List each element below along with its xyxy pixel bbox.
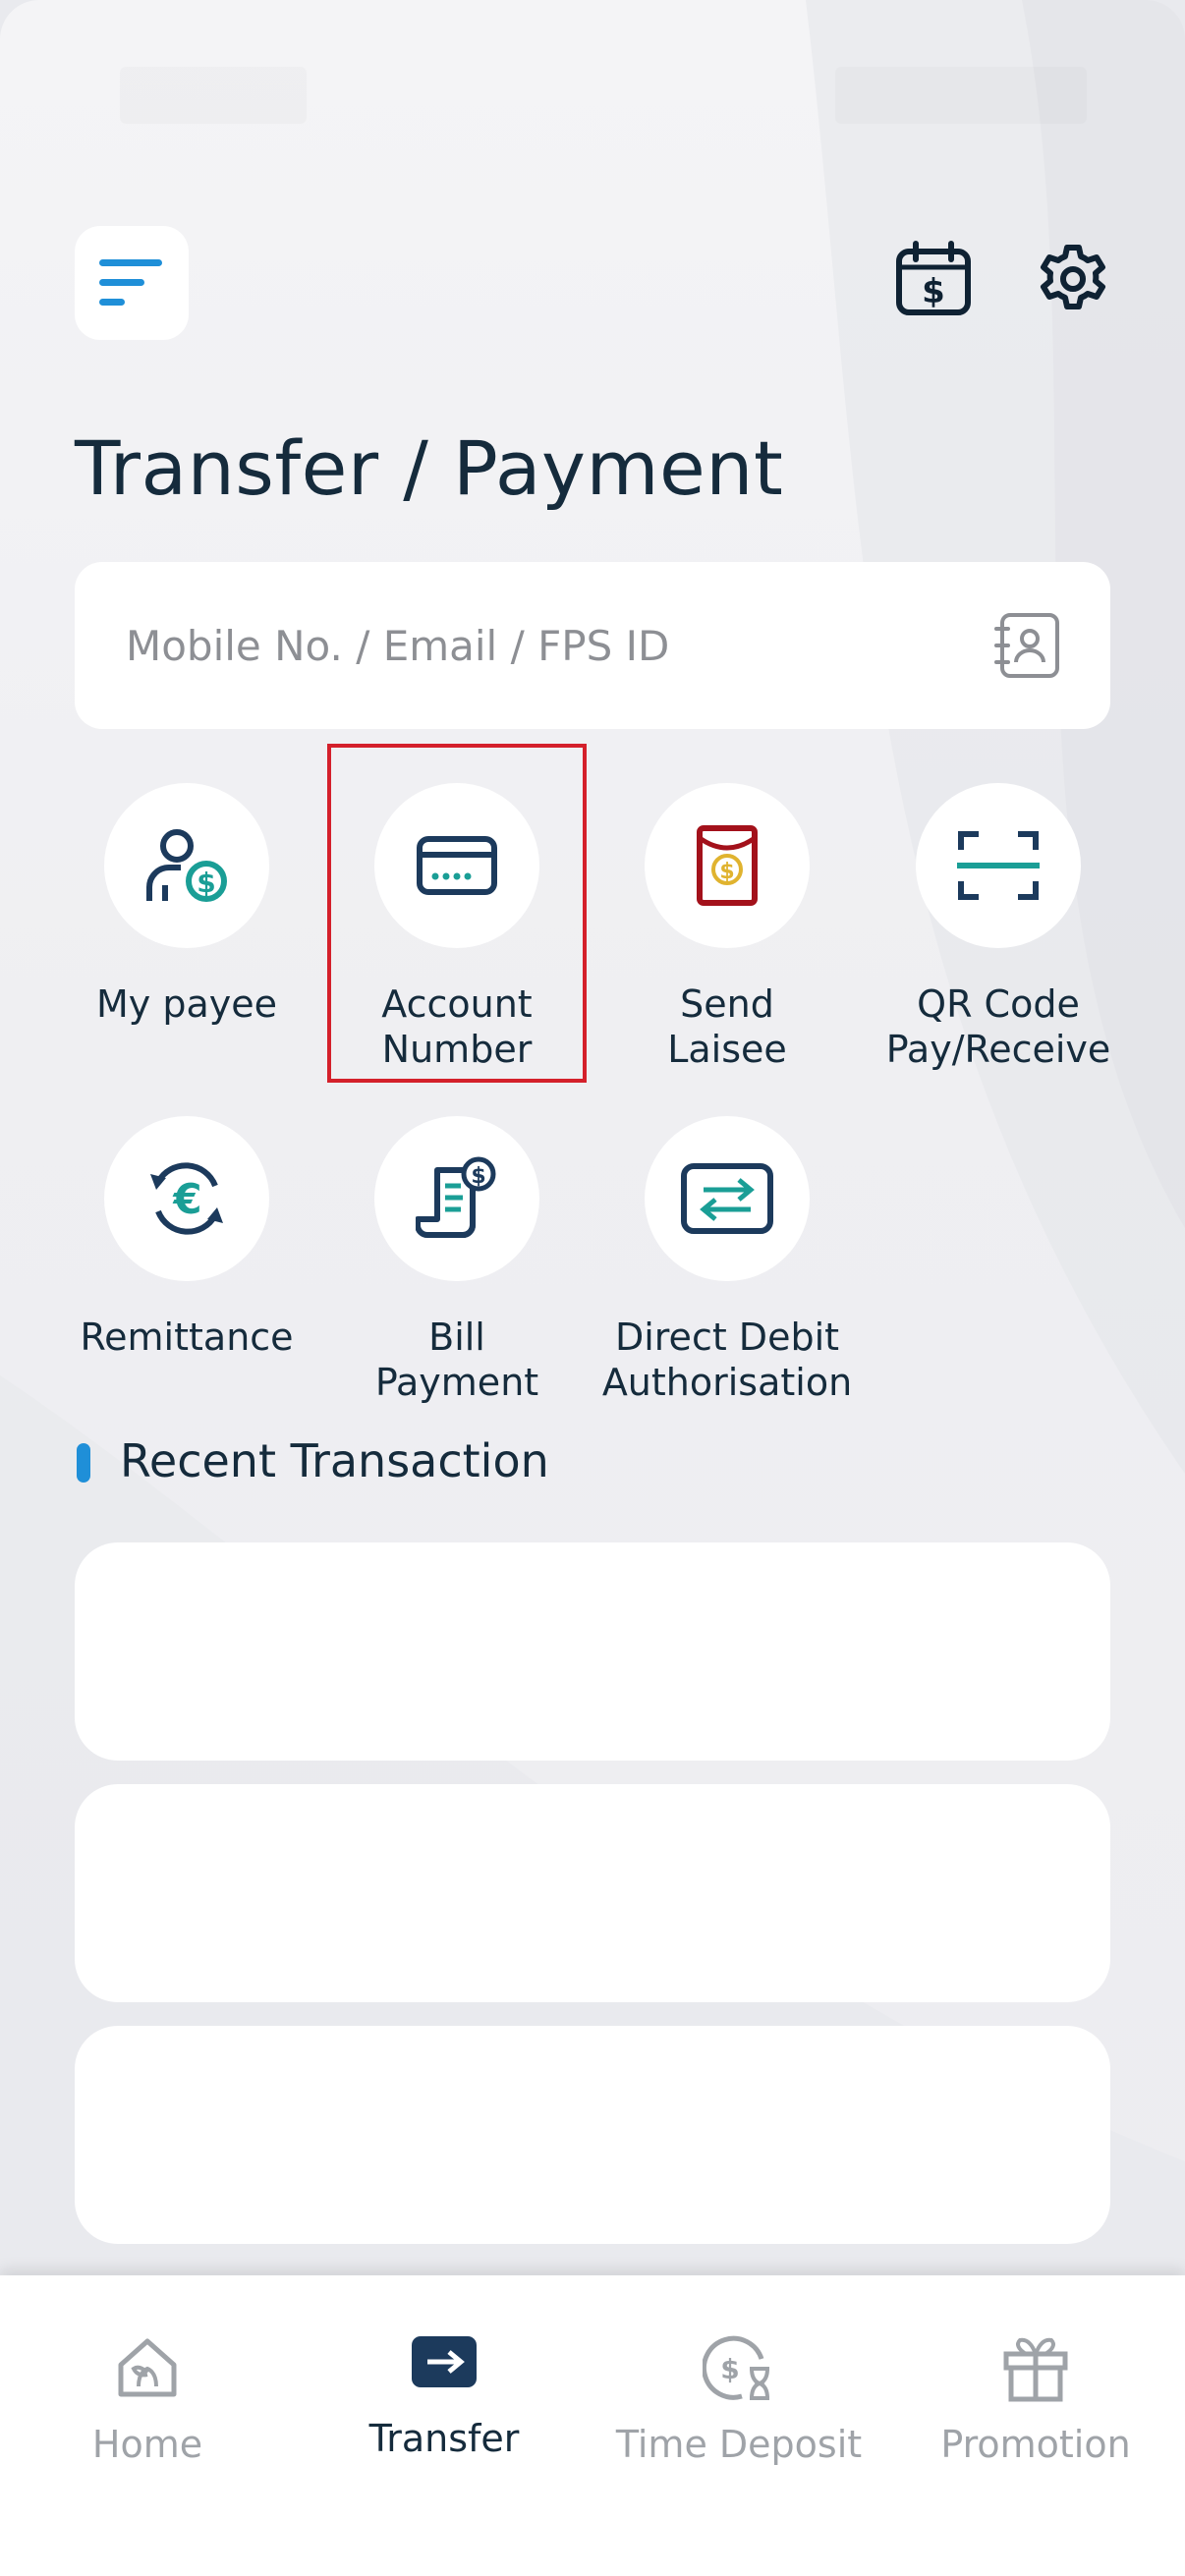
bill-receipt-icon: $ bbox=[416, 1156, 496, 1238]
transaction-card[interactable] bbox=[75, 1542, 1110, 1761]
nav-transfer-label: Transfer bbox=[368, 2417, 520, 2460]
bill-payment-label-line2: Payment bbox=[374, 1361, 539, 1404]
send-laisee-label-line1: Send bbox=[680, 982, 774, 1026]
my-payee-label-line1: My payee bbox=[95, 982, 277, 1026]
bill-payment-circle: $ bbox=[374, 1116, 539, 1281]
section-marker bbox=[77, 1443, 90, 1483]
qr-code-circle bbox=[916, 783, 1081, 948]
svg-text:$: $ bbox=[720, 2353, 739, 2385]
quick-action-qr-code[interactable]: QR Code Pay/Receive bbox=[871, 783, 1126, 1072]
search-input[interactable] bbox=[126, 562, 990, 729]
nav-promotion-label: Promotion bbox=[940, 2423, 1131, 2466]
menu-button[interactable] bbox=[75, 226, 189, 340]
send-laisee-circle: $ bbox=[645, 783, 810, 948]
nav-promotion[interactable]: Promotion bbox=[888, 2330, 1183, 2466]
quick-action-send-laisee[interactable]: $ Send Laisee bbox=[599, 783, 855, 1072]
transfer-arrows-icon bbox=[681, 1163, 773, 1234]
settings-button[interactable] bbox=[1032, 238, 1114, 320]
svg-text:$: $ bbox=[719, 860, 734, 884]
send-laisee-label: Send Laisee bbox=[599, 981, 855, 1072]
person-dollar-icon: $ bbox=[146, 829, 227, 902]
bill-payment-label-line1: Bill bbox=[428, 1316, 485, 1359]
my-payee-label: My payee bbox=[59, 981, 314, 1027]
transfer-arrow-icon bbox=[407, 2324, 481, 2399]
send-laisee-label-line2: Laisee bbox=[667, 1028, 787, 1071]
qr-scan-icon bbox=[957, 831, 1040, 900]
nav-home-label: Home bbox=[91, 2423, 203, 2466]
transaction-card[interactable] bbox=[75, 1784, 1110, 2002]
red-packet-icon: $ bbox=[697, 825, 758, 906]
svg-text:$: $ bbox=[197, 867, 215, 899]
page-title: Transfer / Payment bbox=[75, 424, 784, 512]
quick-action-direct-debit[interactable]: Direct Debit Authorisation bbox=[599, 1116, 855, 1405]
nav-home[interactable]: Home bbox=[0, 2330, 295, 2466]
calendar-dollar-icon: $ bbox=[896, 241, 971, 315]
svg-text:$: $ bbox=[471, 1164, 485, 1189]
time-deposit-icon: $ bbox=[702, 2330, 776, 2405]
gear-icon bbox=[1041, 245, 1105, 309]
remittance-circle: € bbox=[104, 1116, 269, 1281]
direct-debit-label: Direct Debit Authorisation bbox=[599, 1315, 855, 1405]
qr-code-label-line2: Pay/Receive bbox=[885, 1028, 1111, 1071]
status-bar-left bbox=[120, 67, 307, 124]
nav-time-deposit-label: Time Deposit bbox=[615, 2423, 863, 2466]
bottom-nav: Home Transfer $ Time Deposit Promotion bbox=[0, 2275, 1185, 2576]
quick-action-bill-payment[interactable]: $ Bill Payment bbox=[329, 1116, 585, 1405]
svg-text:$: $ bbox=[922, 272, 945, 311]
svg-text:€: € bbox=[172, 1175, 201, 1223]
highlight-box bbox=[327, 744, 587, 1083]
qr-code-label-line1: QR Code bbox=[917, 982, 1080, 1026]
home-icon bbox=[110, 2330, 185, 2405]
quick-action-my-payee[interactable]: $ My payee bbox=[59, 783, 314, 1027]
recent-transaction-title: Recent Transaction bbox=[120, 1434, 549, 1487]
transfer-payment-screen: $ Transfer / Payment Mobile No. / Email … bbox=[0, 0, 1185, 2576]
gift-icon bbox=[998, 2330, 1073, 2405]
transaction-card[interactable] bbox=[75, 2026, 1110, 2244]
remittance-label: Remittance bbox=[59, 1315, 314, 1360]
direct-debit-label-line1: Direct Debit bbox=[614, 1316, 840, 1359]
quick-action-remittance[interactable]: € Remittance bbox=[59, 1116, 314, 1360]
direct-debit-circle bbox=[645, 1116, 810, 1281]
nav-time-deposit[interactable]: $ Time Deposit bbox=[592, 2330, 886, 2466]
direct-debit-label-line2: Authorisation bbox=[601, 1361, 853, 1404]
contact-book-icon[interactable] bbox=[992, 611, 1061, 680]
remittance-label-line1: Remittance bbox=[80, 1316, 294, 1359]
euro-exchange-icon: € bbox=[150, 1162, 223, 1235]
status-bar-right bbox=[835, 67, 1087, 124]
nav-transfer[interactable]: Transfer bbox=[297, 2324, 592, 2460]
qr-code-label: QR Code Pay/Receive bbox=[871, 981, 1126, 1072]
my-payee-circle: $ bbox=[104, 783, 269, 948]
calendar-dollar-button[interactable]: $ bbox=[892, 238, 975, 320]
menu-lines-icon bbox=[99, 259, 162, 306]
search-box bbox=[75, 562, 1110, 729]
bill-payment-label: Bill Payment bbox=[329, 1315, 585, 1405]
